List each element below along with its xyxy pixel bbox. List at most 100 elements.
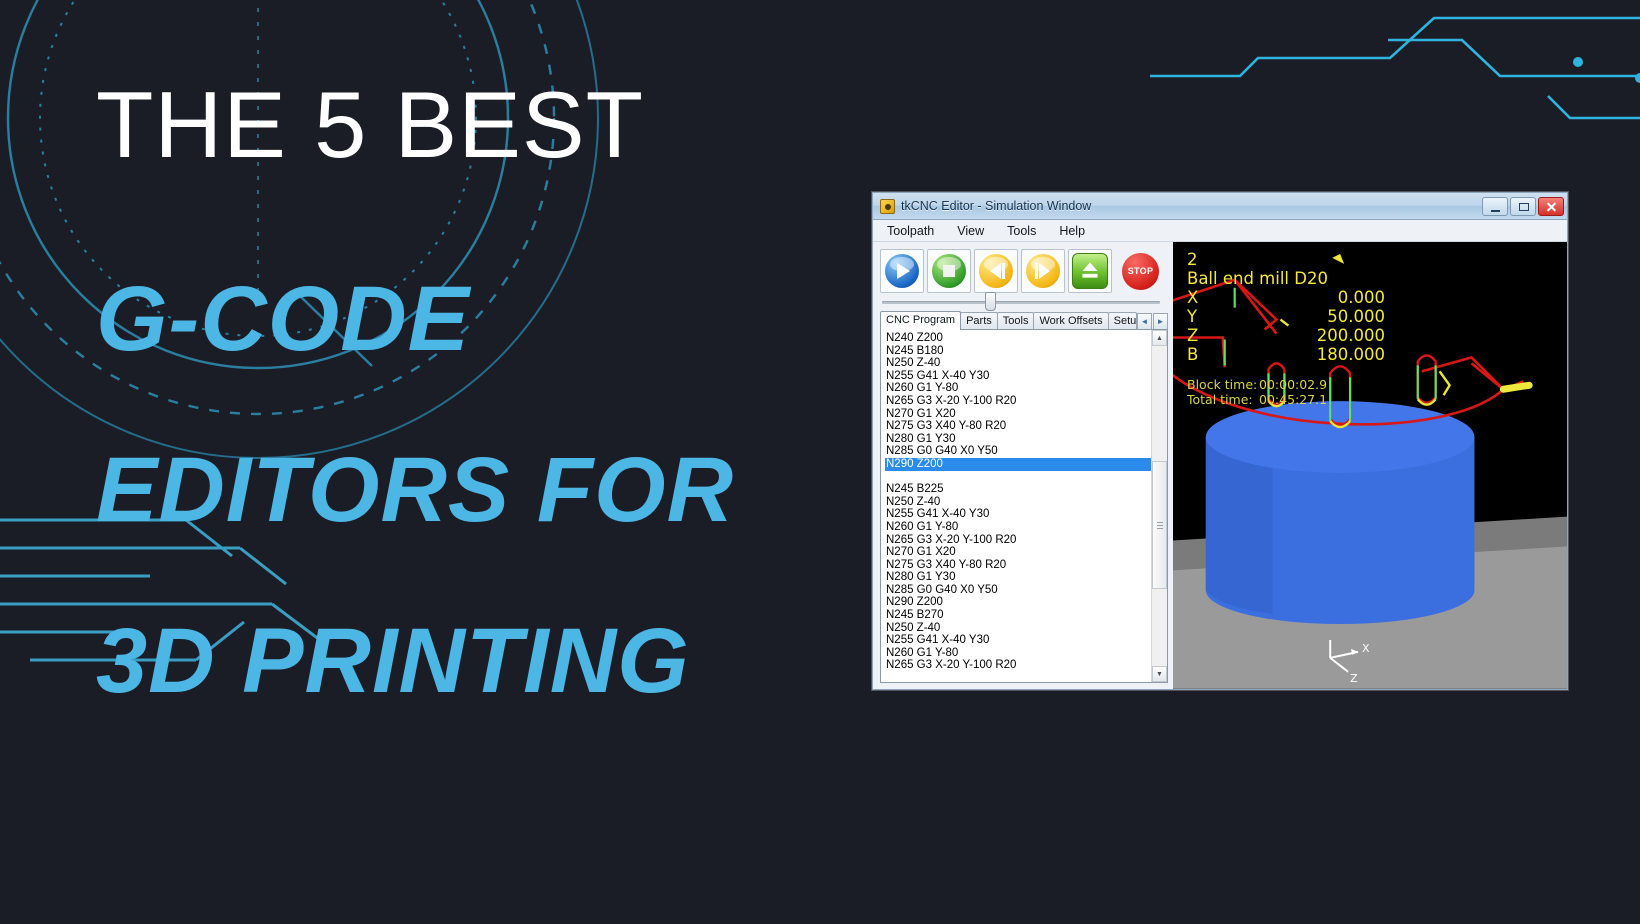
play-icon <box>885 254 919 288</box>
tab-parts[interactable]: Parts <box>960 312 998 330</box>
headline-line-1: THE 5 BEST <box>96 72 645 177</box>
tab-scroll-controls: ◄ ► <box>1137 313 1168 330</box>
code-line[interactable]: N265 G3 X-20 Y-100 R20 <box>885 659 1151 672</box>
slider-thumb[interactable] <box>984 292 996 311</box>
dro-axis-x-value: 0.000 <box>1337 288 1385 307</box>
code-line[interactable]: N250 Z-40 <box>885 622 1151 635</box>
tab-scroll-left-icon[interactable]: ◄ <box>1137 313 1152 330</box>
eject-button[interactable] <box>1068 249 1112 293</box>
code-line[interactable]: N285 G0 G40 X0 Y50 <box>885 584 1151 597</box>
code-line[interactable]: N265 G3 X-20 Y-100 R20 <box>885 534 1151 547</box>
dro-axis-y-label: Y <box>1187 307 1198 326</box>
window-controls <box>1482 196 1564 216</box>
code-line[interactable]: N275 G3 X40 Y-80 R20 <box>885 559 1151 572</box>
emergency-stop-label: STOP <box>1127 266 1154 276</box>
code-line[interactable]: N260 G1 Y-80 <box>885 521 1151 534</box>
menu-view[interactable]: View <box>957 224 984 238</box>
code-line[interactable]: N255 G41 X-40 Y30 <box>885 634 1151 647</box>
slider-track <box>882 292 1160 311</box>
tab-setup[interactable]: Setup <box>1107 312 1137 330</box>
dro-axis-y: Y 50.000 <box>1187 307 1561 326</box>
digital-readout: 2 Ball end mill D20 X 0.000 Y 50.000 Z 2… <box>1187 250 1561 407</box>
svg-text:Z: Z <box>1350 672 1358 685</box>
code-lines-container[interactable]: N240 Z200 N245 B180 N250 Z-40 N255 G41 X-40… <box>881 330 1151 682</box>
app-icon <box>880 198 895 214</box>
code-line[interactable]: N260 G1 Y-80 <box>885 647 1151 660</box>
code-line[interactable]: N255 G41 X-40 Y30 <box>885 508 1151 521</box>
code-scrollbar[interactable]: ▲ ▼ <box>1151 330 1167 682</box>
code-line[interactable]: N250 Z-40 <box>885 496 1151 509</box>
minimize-button[interactable] <box>1482 196 1508 216</box>
window-titlebar: tkCNC Editor - Simulation Window <box>873 193 1567 220</box>
code-line[interactable]: N260 G1 Y-80 <box>885 382 1151 395</box>
close-button[interactable] <box>1538 196 1564 216</box>
code-line[interactable]: N265 G3 X-20 Y-100 R20 <box>885 395 1151 408</box>
play-button[interactable] <box>880 249 924 293</box>
headline-line-3: EDITORS FOR <box>96 439 735 542</box>
simulation-speed-slider[interactable] <box>880 292 1168 311</box>
step-forward-button[interactable] <box>1021 249 1065 293</box>
banner-headline: THE 5 BEST G-CODE EDITORS FOR 3D PRINTIN… <box>96 78 734 747</box>
dro-axis-z-label: Z <box>1187 326 1199 345</box>
dro-axis-z-value: 200.000 <box>1316 326 1385 345</box>
code-line[interactable]: N250 Z-40 <box>885 357 1151 370</box>
dro-tool-number: 2 <box>1187 250 1198 269</box>
dro-tool-name: Ball end mill D20 <box>1187 269 1328 288</box>
menu-tools[interactable]: Tools <box>1007 224 1036 238</box>
scroll-down-icon[interactable]: ▼ <box>1152 666 1167 682</box>
total-time-row: Total time: 00:45:27.1 <box>1187 392 1561 407</box>
dro-axis-y-value: 50.000 <box>1327 307 1385 326</box>
emergency-stop-button[interactable]: STOP <box>1122 252 1159 290</box>
total-time-label: Total time: <box>1187 392 1253 407</box>
dro-timers: Block time: 00:00:02.9 Total time: 00:45:2… <box>1187 377 1561 407</box>
dro-axis-x-label: X <box>1187 288 1199 307</box>
code-line[interactable]: N255 G41 X-40 Y30 <box>885 370 1151 383</box>
scrollbar-thumb[interactable] <box>1152 461 1167 590</box>
dro-axis-z: Z 200.000 <box>1187 326 1561 345</box>
total-time-value: 00:45:27.1 <box>1259 392 1328 407</box>
tab-cnc-program[interactable]: CNC Program <box>880 311 962 330</box>
code-line[interactable]: N275 G3 X40 Y-80 R20 <box>885 420 1151 433</box>
code-line[interactable]: N290 Z200 <box>885 457 1151 471</box>
simulation-toolbar: STOP <box>880 249 1168 293</box>
svg-text:X: X <box>1362 642 1370 655</box>
code-line[interactable]: N240 Z200 <box>885 332 1151 345</box>
dro-axis-x: X 0.000 <box>1187 288 1561 307</box>
maximize-button[interactable] <box>1510 196 1536 216</box>
code-line[interactable] <box>885 471 1151 484</box>
code-line[interactable]: N245 B180 <box>885 345 1151 358</box>
code-line[interactable]: N280 G1 Y30 <box>885 433 1151 446</box>
code-line[interactable]: N280 G1 Y30 <box>885 571 1151 584</box>
step-forward-icon <box>1026 254 1060 288</box>
stop-square-icon <box>932 254 966 288</box>
menu-toolpath[interactable]: Toolpath <box>887 224 934 238</box>
headline-line-4: 3D PRINTING <box>96 610 690 713</box>
block-time-row: Block time: 00:00:02.9 <box>1187 377 1561 392</box>
block-time-label: Block time: <box>1187 377 1258 392</box>
tab-scroll-right-icon[interactable]: ► <box>1153 313 1168 330</box>
dro-axis-b: B 180.000 <box>1187 345 1561 364</box>
stop-playback-button[interactable] <box>927 249 971 293</box>
headline-line-2: G-CODE <box>96 268 470 370</box>
scrollbar-track[interactable] <box>1152 346 1167 666</box>
code-line[interactable]: N290 Z200 <box>885 596 1151 609</box>
cnc-program-listing: N240 Z200 N245 B180 N250 Z-40 N255 G41 X-40… <box>880 329 1168 683</box>
simulation-viewport[interactable]: X Z 2 Ball end mill D20 X 0.000 Y 50.000… <box>1173 242 1567 689</box>
menu-help[interactable]: Help <box>1059 224 1085 238</box>
code-line[interactable]: N285 G0 G40 X0 Y50 <box>885 445 1151 458</box>
pane-tabs: CNC Program Parts Tools Work Offsets Set… <box>880 311 1168 330</box>
scroll-up-icon[interactable]: ▲ <box>1152 330 1167 346</box>
block-time-value: 00:00:02.9 <box>1259 377 1328 392</box>
dro-axis-b-label: B <box>1187 345 1199 364</box>
step-back-button[interactable] <box>974 249 1018 293</box>
code-line[interactable]: N245 B270 <box>885 609 1151 622</box>
menu-bar: Toolpath View Tools Help <box>873 220 1567 242</box>
eject-icon <box>1072 253 1108 289</box>
code-line[interactable]: N270 G1 X20 <box>885 546 1151 559</box>
tab-work-offsets[interactable]: Work Offsets <box>1033 312 1109 330</box>
code-line[interactable]: N245 B225 <box>885 483 1151 496</box>
tab-tools[interactable]: Tools <box>996 312 1035 330</box>
code-line[interactable]: N270 G1 X20 <box>885 408 1151 421</box>
window-title: tkCNC Editor - Simulation Window <box>901 199 1092 213</box>
step-back-icon <box>979 254 1013 288</box>
